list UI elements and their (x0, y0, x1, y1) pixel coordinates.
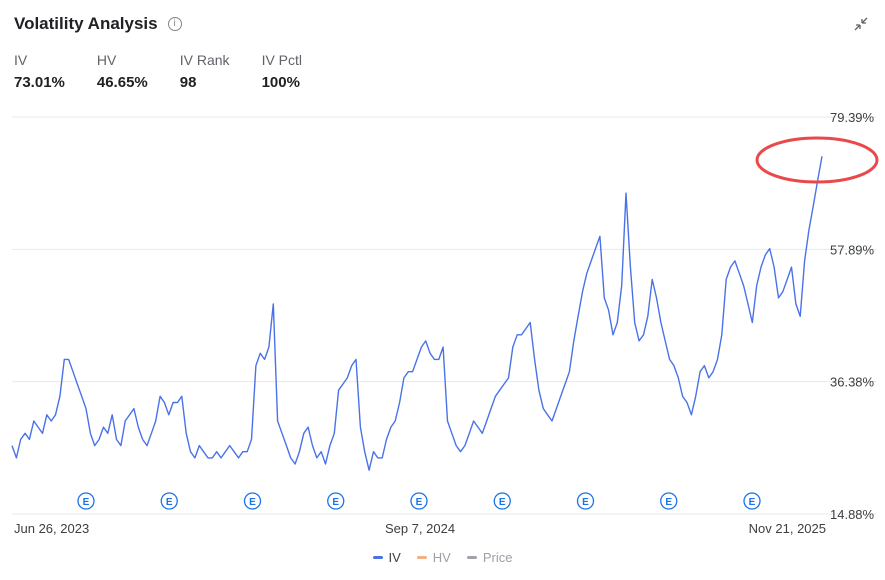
earnings-marker-label: E (499, 497, 506, 508)
legend-item-price[interactable]: Price (466, 550, 513, 565)
legend: IV HV Price (0, 550, 885, 565)
x-tick-label: Sep 7, 2024 (385, 521, 455, 536)
y-tick-label: 79.39% (830, 110, 875, 125)
earnings-marker-label: E (665, 497, 672, 508)
earnings-marker-label: E (332, 497, 339, 508)
volatility-chart[interactable]: 79.39% 57.89% 36.38% 14.88% Jun 26, 2023 Sep … (0, 0, 885, 545)
earnings-marker-label: E (249, 497, 256, 508)
y-tick-label: 14.88% (830, 507, 875, 522)
earnings-marker-label: E (582, 497, 589, 508)
y-tick-label: 57.89% (830, 242, 875, 257)
x-tick-label: Nov 21, 2025 (749, 521, 826, 536)
earnings-marker-label: E (166, 497, 173, 508)
earnings-marker-label: E (749, 497, 756, 508)
legend-swatch-price (466, 556, 477, 559)
highlight-ellipse (755, 136, 879, 184)
legend-swatch-iv (372, 556, 383, 559)
earnings-marker-label: E (416, 497, 423, 508)
legend-swatch-hv (416, 556, 427, 559)
legend-item-iv[interactable]: IV (372, 550, 401, 565)
legend-item-hv[interactable]: HV (416, 550, 451, 565)
legend-label-hv: HV (432, 550, 451, 565)
series-line-iv (11, 156, 823, 471)
legend-label-iv: IV (388, 550, 401, 565)
y-tick-label: 36.38% (830, 375, 875, 390)
legend-label-price: Price (482, 550, 513, 565)
earnings-marker-label: E (83, 497, 90, 508)
x-tick-label: Jun 26, 2023 (14, 521, 89, 536)
